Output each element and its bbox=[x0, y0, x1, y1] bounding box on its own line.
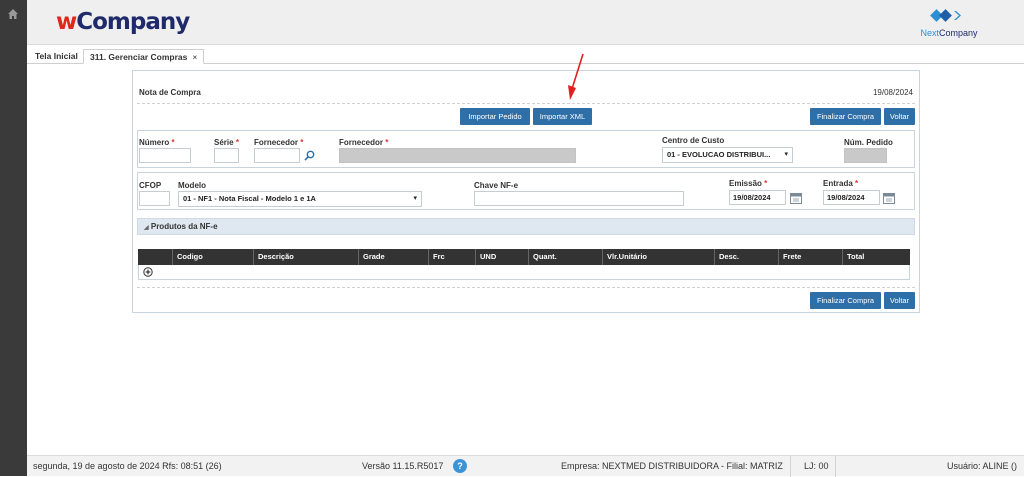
status-user: Usuário: ALINE () bbox=[946, 461, 1017, 471]
chevron-down-icon: ▾ bbox=[784, 151, 788, 158]
supplier-fields-box: Número * Série * Fornecedor * Fornecedor… bbox=[137, 130, 915, 168]
grid-col-quant[interactable]: Quant. bbox=[529, 249, 603, 265]
current-date: 19/08/2024 bbox=[872, 88, 913, 97]
page-title: Nota de Compra bbox=[139, 88, 201, 97]
annotation-arrow bbox=[568, 53, 584, 100]
fornecedor-name-input bbox=[339, 148, 576, 163]
back-button-top[interactable]: Voltar bbox=[884, 108, 915, 125]
add-circle-icon[interactable] bbox=[143, 267, 153, 277]
close-tab-icon[interactable]: × bbox=[192, 52, 197, 62]
grid-col-frc[interactable]: Frc bbox=[429, 249, 476, 265]
cfop-input[interactable] bbox=[139, 191, 170, 206]
divider bbox=[137, 287, 915, 288]
status-bar: segunda, 19 de agosto de 2024 Rfs: 08:51… bbox=[27, 455, 1024, 477]
grid-col-codigo[interactable]: Codigo bbox=[173, 249, 254, 265]
calendar-icon[interactable] bbox=[790, 192, 802, 204]
order-number-input bbox=[844, 148, 887, 163]
back-button-bottom[interactable]: Voltar bbox=[884, 292, 915, 309]
fornecedor-code-label: Fornecedor * bbox=[254, 138, 304, 147]
products-section-title: Produtos da NF-e bbox=[150, 222, 218, 231]
numero-label: Número * bbox=[139, 138, 175, 147]
calendar-icon[interactable] bbox=[883, 192, 895, 204]
cost-center-select[interactable]: 01 - EVOLUCAO DISTRIBUI... ▾ bbox=[662, 147, 793, 163]
finalize-purchase-button-bottom[interactable]: Finalizar Compra bbox=[810, 292, 881, 309]
numero-input[interactable] bbox=[139, 148, 191, 163]
fornecedor-name-label: Fornecedor * bbox=[339, 138, 389, 147]
serie-label: Série * bbox=[214, 138, 239, 147]
entry-date-label: Entrada * bbox=[823, 179, 859, 188]
finalize-purchase-button-top[interactable]: Finalizar Compra bbox=[810, 108, 881, 125]
fornecedor-code-input[interactable] bbox=[254, 148, 300, 163]
grid-col-blank bbox=[138, 249, 173, 265]
divider bbox=[835, 456, 836, 477]
tab-home[interactable]: Tela Inicial bbox=[29, 49, 84, 64]
nextcompany-logo-icon bbox=[930, 9, 961, 22]
divider bbox=[790, 456, 791, 477]
import-xml-button[interactable]: Importar XML bbox=[533, 108, 592, 125]
grid-col-grade[interactable]: Grade bbox=[359, 249, 429, 265]
products-section-header[interactable]: ◢ Produtos da NF-e bbox=[137, 218, 915, 235]
divider bbox=[137, 103, 915, 104]
model-label: Modelo bbox=[178, 181, 206, 190]
left-sidebar bbox=[0, 0, 27, 476]
grid-col-descricao[interactable]: Descrição bbox=[254, 249, 359, 265]
home-icon[interactable] bbox=[7, 8, 19, 20]
issue-date-input[interactable]: 19/08/2024 bbox=[729, 190, 786, 205]
nextcompany-logo: NextCompany bbox=[914, 6, 984, 40]
cfop-label: CFOP bbox=[139, 181, 162, 190]
purchase-note-panel: Nota de Compra 19/08/2024 Importar Pedid… bbox=[132, 70, 920, 313]
grid-col-total[interactable]: Total bbox=[843, 249, 910, 265]
cost-center-label: Centro de Custo bbox=[662, 136, 725, 145]
grid-col-frete[interactable]: Frete bbox=[779, 249, 843, 265]
status-version: Versão 11.15.R5017 bbox=[362, 461, 444, 471]
search-icon[interactable] bbox=[304, 150, 315, 161]
products-grid-header: Codigo Descrição Grade Frc UND Quant. Vl… bbox=[138, 249, 910, 265]
import-order-button[interactable]: Importar Pedido bbox=[460, 108, 530, 125]
chevron-down-icon: ▾ bbox=[413, 195, 417, 202]
issue-date-label: Emissão * bbox=[729, 179, 768, 188]
serie-input[interactable] bbox=[214, 148, 239, 163]
entry-date-input[interactable]: 19/08/2024 bbox=[823, 190, 880, 205]
nfe-key-label: Chave NF-e bbox=[474, 181, 519, 190]
wcompany-logo: wCompany bbox=[56, 9, 190, 35]
invoice-fields-box: CFOP Modelo 01 - NF1 - Nota Fiscal - Mod… bbox=[137, 172, 915, 210]
tab-bar: Tela Inicial 311. Gerenciar Compras × bbox=[27, 49, 1024, 64]
order-number-label: Núm. Pedido bbox=[844, 138, 893, 147]
grid-col-desc[interactable]: Desc. bbox=[715, 249, 779, 265]
model-select[interactable]: 01 - NF1 - Nota Fiscal - Modelo 1 e 1A ▾ bbox=[178, 191, 422, 207]
grid-col-und[interactable]: UND bbox=[476, 249, 529, 265]
collapse-triangle-icon: ◢ bbox=[144, 225, 149, 231]
status-date: segunda, 19 de agosto de 2024 Rfs: 08:51… bbox=[33, 461, 222, 471]
status-lj: LJ: 00 bbox=[804, 461, 829, 471]
tab-gerenciar-compras[interactable]: 311. Gerenciar Compras × bbox=[83, 49, 205, 64]
status-company: Empresa: NEXTMED DISTRIBUIDORA - Filial:… bbox=[561, 461, 783, 471]
grid-col-vlr-unitario[interactable]: Vlr.Unitário bbox=[603, 249, 715, 265]
help-icon[interactable]: ? bbox=[453, 459, 467, 473]
products-grid-body bbox=[138, 265, 910, 280]
nfe-key-input[interactable] bbox=[474, 191, 684, 206]
header-bar: wCompany NextCompany bbox=[27, 0, 1024, 45]
